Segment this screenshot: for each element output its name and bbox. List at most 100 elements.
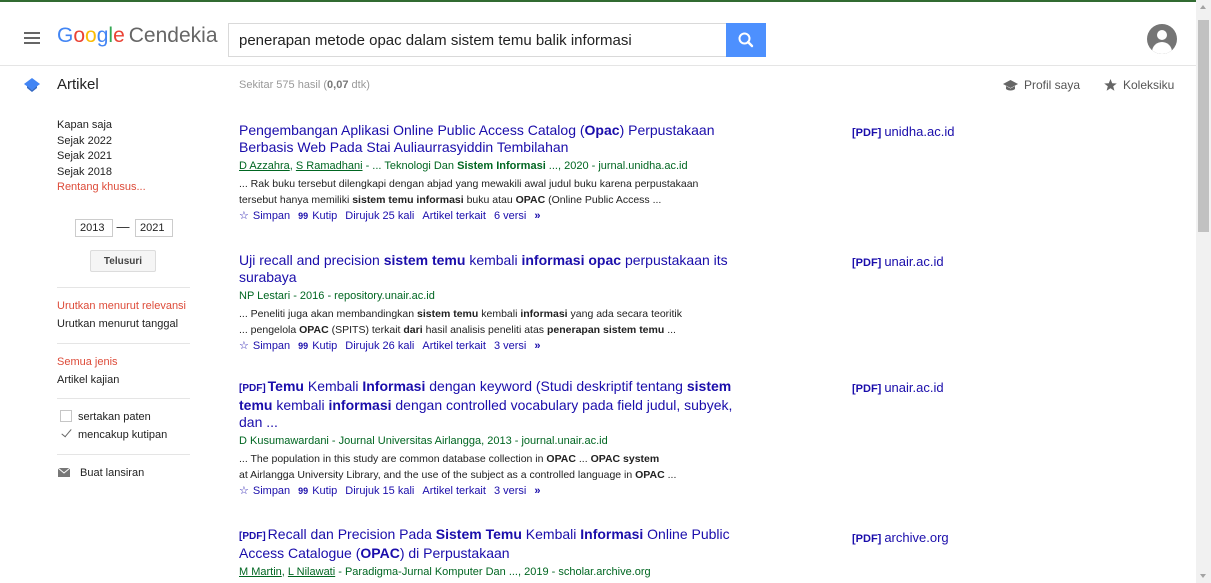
result-title[interactable]: [PDF] Temu Kembali Informasi dengan keywo… xyxy=(239,378,754,431)
versions-link[interactable]: 3 versi xyxy=(494,485,526,497)
pdf-domain: unair.ac.id xyxy=(884,254,944,269)
include-patents[interactable]: sertakan paten xyxy=(57,410,151,426)
sidebar: Kapan saja Sejak 2022 Sejak 2021 Sejak 2… xyxy=(57,118,193,479)
filter-any-time[interactable]: Kapan saja xyxy=(57,118,193,134)
cited-by-link[interactable]: Dirujuk 15 kali xyxy=(345,485,414,497)
hamburger-icon[interactable] xyxy=(24,32,40,44)
telusuri-button[interactable]: Telusuri xyxy=(90,250,156,272)
envelope-icon xyxy=(57,467,71,477)
result-authors: M Martin, L Nilawati - Paradigma-Jurnal … xyxy=(239,565,754,580)
highlight-term: OPAC xyxy=(299,324,329,336)
account-icon[interactable] xyxy=(1147,24,1177,54)
cite-link[interactable]: 99 Kutip xyxy=(298,340,337,352)
author-link[interactable]: D Azzahra xyxy=(239,160,290,172)
result-title[interactable]: Uji recall and precision sistem temu kem… xyxy=(239,252,754,286)
logo-letter: e xyxy=(113,24,125,47)
quote-icon: 99 xyxy=(298,211,309,221)
result-item: Uji recall and precision sistem temu kem… xyxy=(239,252,754,352)
result-footer: ☆ Simpan 99 Kutip Dirujuk 26 kali Artikel ter… xyxy=(239,339,754,352)
cite-label: Kutip xyxy=(312,485,338,497)
text-segment: Kembali xyxy=(521,526,581,542)
section-label[interactable]: Artikel xyxy=(57,76,99,93)
result-footer: ☆ Simpan 99 Kutip Dirujuk 25 kali Artikel ter… xyxy=(239,209,754,222)
scroll-up-icon[interactable] xyxy=(1200,5,1206,9)
checkbox-icon[interactable] xyxy=(60,410,72,422)
versions-link[interactable]: 6 versi xyxy=(494,210,526,222)
year-to-input[interactable] xyxy=(135,219,173,237)
star-outline-icon: ☆ xyxy=(239,340,249,352)
search-button[interactable] xyxy=(726,23,766,57)
highlight-term: sistem temu xyxy=(383,252,466,268)
year-from-input[interactable] xyxy=(75,219,113,237)
result-snippet: ... Peneliti juga akan membandingkan sis… xyxy=(239,306,754,322)
filter-since-2018[interactable]: Sejak 2018 xyxy=(57,165,193,181)
scholar-cap-icon[interactable] xyxy=(24,78,40,92)
text-segment: Pengembangan Aplikasi Online Public Acce… xyxy=(239,122,585,138)
double-chevron-icon[interactable]: » xyxy=(534,340,540,352)
related-articles-link[interactable]: Artikel terkait xyxy=(422,340,486,352)
scrollbar[interactable] xyxy=(1196,0,1211,583)
author-link[interactable]: S Ramadhani xyxy=(296,160,363,172)
text-segment: Kembali xyxy=(303,378,363,394)
pdf-tag: [PDF] xyxy=(852,127,882,139)
search-input[interactable] xyxy=(228,23,726,57)
author-link[interactable]: L Nilawati xyxy=(288,566,335,578)
cite-link[interactable]: 99 Kutip xyxy=(298,485,337,497)
logo[interactable]: Google Cendekia xyxy=(57,24,218,48)
highlight-term: OPAC xyxy=(515,194,546,206)
cited-by-link[interactable]: Dirujuk 26 kali xyxy=(345,340,414,352)
scrollbar-thumb[interactable] xyxy=(1198,20,1209,232)
highlight-term: dari xyxy=(403,324,423,336)
text-segment: ... pengelola xyxy=(239,324,300,336)
pdf-domain: archive.org xyxy=(884,530,949,545)
related-articles-link[interactable]: Artikel terkait xyxy=(422,485,486,497)
result-snippet: tersebut hanya memiliki sistem temu info… xyxy=(239,192,754,208)
related-articles-link[interactable]: Artikel terkait xyxy=(422,210,486,222)
save-link[interactable]: ☆ Simpan xyxy=(239,485,290,497)
save-link[interactable]: ☆ Simpan xyxy=(239,340,290,352)
cite-link[interactable]: 99 Kutip xyxy=(298,210,337,222)
result-title[interactable]: Pengembangan Aplikasi Online Public Acce… xyxy=(239,122,754,156)
highlight-term: Sistem Temu xyxy=(435,526,522,542)
pdf-side-link[interactable]: [PDF] archive.org xyxy=(852,530,949,545)
filter-since-2022[interactable]: Sejak 2022 xyxy=(57,134,193,150)
result-title[interactable]: [PDF] Recall dan Precision Pada Sistem Te… xyxy=(239,526,754,562)
type-all[interactable]: Semua jenis xyxy=(57,355,118,371)
stats-suffix: dtk) xyxy=(348,79,370,91)
result-snippet: ... The population in this study are com… xyxy=(239,451,754,467)
create-alert[interactable]: Buat lansiran xyxy=(57,466,144,482)
double-chevron-icon[interactable]: » xyxy=(534,210,540,222)
checkmark-icon[interactable] xyxy=(60,428,72,440)
pdf-side-link[interactable]: [PDF] unidha.ac.id xyxy=(852,124,954,139)
pdf-side-link[interactable]: [PDF] unair.ac.id xyxy=(852,254,944,269)
author-link[interactable]: M Martin xyxy=(239,566,282,578)
filter-since-2021[interactable]: Sejak 2021 xyxy=(57,149,193,165)
filter-custom-range[interactable]: Rentang khusus... xyxy=(57,180,193,196)
source-text: NP Lestari - 2016 - repository.unair.ac.… xyxy=(239,290,435,302)
versions-link[interactable]: 3 versi xyxy=(494,340,526,352)
create-alert-label: Buat lansiran xyxy=(80,467,145,479)
type-review[interactable]: Artikel kajian xyxy=(57,373,119,389)
pdf-tag: [PDF] xyxy=(239,531,266,542)
result-snippet: ... pengelola OPAC (SPITS) terkait dari … xyxy=(239,322,754,338)
include-citations[interactable]: mencakup kutipan xyxy=(57,428,167,444)
stats-prefix: Sekitar 575 hasil ( xyxy=(239,79,328,91)
cited-by-link[interactable]: Dirujuk 25 kali xyxy=(345,210,414,222)
result-snippet: ... Rak buku tersebut dilengkapi dengan … xyxy=(239,176,754,192)
text-segment: ... xyxy=(575,453,591,465)
logo-letter: o xyxy=(73,24,86,47)
save-link[interactable]: ☆ Simpan xyxy=(239,210,290,222)
logo-google: Google xyxy=(57,24,125,47)
double-chevron-icon[interactable]: » xyxy=(534,485,540,497)
divider xyxy=(57,454,190,455)
library-link[interactable]: Koleksiku xyxy=(1104,78,1174,92)
scroll-down-icon[interactable] xyxy=(1200,574,1206,578)
profile-link[interactable]: Profil saya xyxy=(1003,78,1080,92)
result-authors: D Kusumawardani - Journal Universitas Ai… xyxy=(239,434,754,449)
text-segment: at Airlangga University Library, and the… xyxy=(239,469,636,481)
text-segment: yang ada secara teoritik xyxy=(567,308,683,320)
pdf-side-link[interactable]: [PDF] unair.ac.id xyxy=(852,380,944,395)
sort-date[interactable]: Urutkan menurut tanggal xyxy=(57,317,178,333)
cite-label: Kutip xyxy=(312,210,338,222)
sort-relevance[interactable]: Urutkan menurut relevansi xyxy=(57,299,186,315)
